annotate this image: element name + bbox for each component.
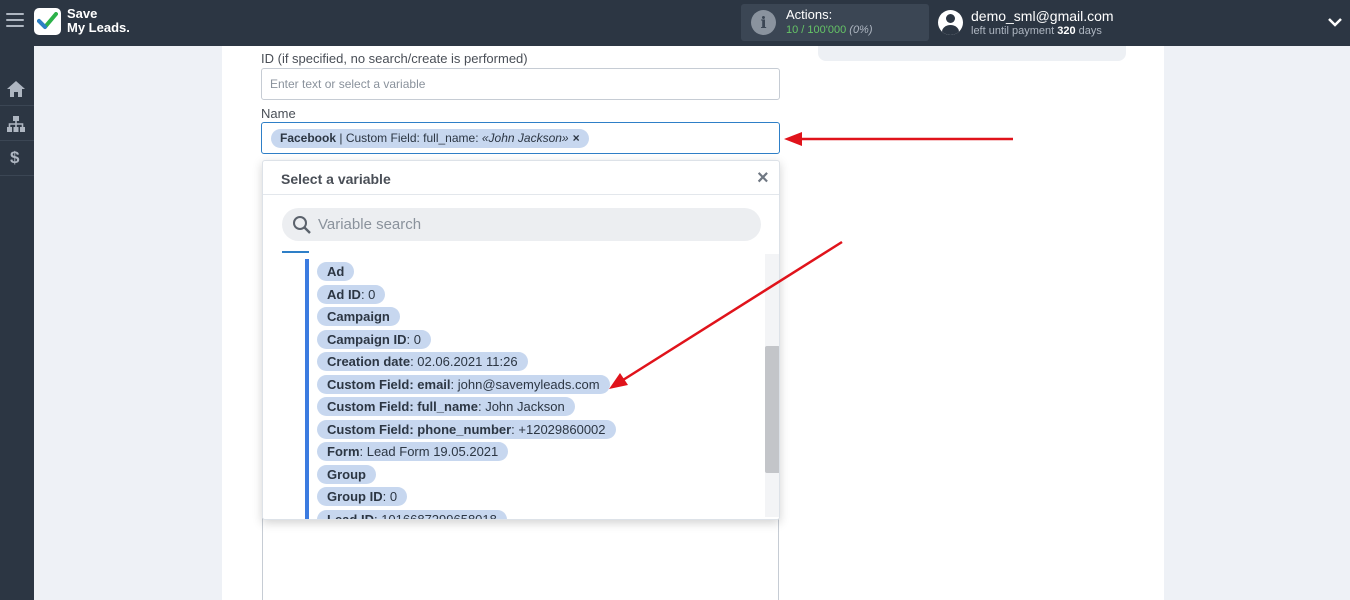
- payment-remaining: left until payment 320 days: [971, 25, 1102, 37]
- tag-field: Custom Field: full_name:: [345, 131, 482, 145]
- close-icon[interactable]: ×: [757, 167, 769, 190]
- actions-label: Actions:: [786, 7, 833, 22]
- actions-count: 10 / 100'000 (0%): [786, 24, 873, 36]
- dropdown-header: Select a variable ×: [263, 161, 779, 195]
- home-icon: [7, 81, 25, 97]
- variable-item[interactable]: Custom Field: email: john@savemyleads.co…: [317, 375, 610, 394]
- variable-item[interactable]: Ad: [317, 262, 355, 281]
- dropdown-title: Select a variable: [281, 171, 391, 187]
- variable-name: Campaign ID: [327, 332, 407, 347]
- tag-source: Facebook: [280, 131, 337, 145]
- user-email[interactable]: demo_sml@gmail.com: [971, 8, 1114, 24]
- hamburger-menu-icon[interactable]: [6, 13, 24, 31]
- variable-item[interactable]: Custom Field: full_name: John Jackson: [317, 397, 575, 416]
- variable-name: Custom Field: email: [327, 377, 451, 392]
- variable-name: Custom Field: phone_number: [327, 422, 512, 437]
- variable-name: Custom Field: full_name: [327, 399, 478, 414]
- tag-separator: |: [336, 131, 346, 145]
- right-panel: [818, 46, 1126, 61]
- variable-name: Group ID: [327, 489, 383, 504]
- variable-list: Ad Ad ID: 0 Campaign Campaign ID: 0 Crea…: [263, 254, 779, 520]
- variable-item[interactable]: Form: Lead Form 19.05.2021: [317, 442, 509, 461]
- name-variable-tag[interactable]: Facebook | Custom Field: full_name: «Joh…: [271, 129, 589, 148]
- variable-item[interactable]: Creation date: 02.06.2021 11:26: [317, 352, 528, 371]
- source-tab-indicator[interactable]: [282, 251, 309, 253]
- variable-item[interactable]: Group ID: 0: [317, 487, 408, 506]
- tag-remove-icon[interactable]: ×: [573, 131, 580, 145]
- variable-name: Ad: [327, 264, 345, 279]
- info-icon: i: [751, 10, 776, 35]
- payment-suffix: days: [1075, 25, 1102, 37]
- dollar-icon: $: [10, 148, 20, 167]
- save-my-leads-logo-icon[interactable]: [34, 8, 61, 35]
- scrollbar-thumb[interactable]: [765, 346, 779, 473]
- variable-name: Campaign: [327, 309, 390, 324]
- payment-prefix: left until payment: [971, 25, 1058, 37]
- actions-count-value: 10 / 100'000: [786, 24, 847, 36]
- variable-value: : John Jackson: [477, 399, 565, 414]
- variable-value: : 1016687299658018: [373, 512, 497, 520]
- id-input[interactable]: [261, 68, 780, 100]
- variable-value: : john@savemyleads.com: [450, 377, 600, 392]
- actions-counter: i Actions: 10 / 100'000 (0%): [741, 4, 929, 41]
- variable-name: Group: [327, 467, 366, 482]
- name-field[interactable]: Facebook | Custom Field: full_name: «Joh…: [261, 122, 780, 154]
- user-avatar-icon[interactable]: [938, 10, 963, 35]
- variable-item[interactable]: Ad ID: 0: [317, 285, 386, 304]
- search-icon: [293, 216, 311, 234]
- variable-search[interactable]: [282, 208, 761, 241]
- variable-item[interactable]: Campaign ID: 0: [317, 330, 431, 349]
- chevron-down-icon[interactable]: [1327, 14, 1343, 30]
- top-bar: Save My Leads. i Actions: 10 / 100'000 (…: [0, 0, 1350, 46]
- payment-days: 320: [1057, 25, 1076, 37]
- variable-value: : 0: [360, 287, 376, 302]
- sidebar: $: [0, 46, 34, 600]
- variable-name: Ad ID: [327, 287, 361, 302]
- sitemap-icon: [7, 116, 25, 132]
- brand-line-1: Save: [67, 6, 98, 21]
- brand-line-2: My Leads.: [67, 20, 130, 35]
- variable-value: : 0: [406, 332, 421, 347]
- variable-value: : 0: [382, 489, 398, 504]
- variable-search-input[interactable]: [318, 208, 748, 241]
- actions-percent: (0%): [849, 24, 873, 36]
- id-field-label: ID (if specified, no search/create is pe…: [261, 51, 528, 66]
- variable-value: : +12029860002: [511, 422, 606, 437]
- variable-item[interactable]: Campaign: [317, 307, 400, 326]
- tag-value: «John Jackson»: [481, 131, 569, 145]
- brand-name[interactable]: Save My Leads.: [67, 7, 130, 35]
- variable-item[interactable]: Custom Field: phone_number: +12029860002: [317, 420, 616, 439]
- variable-item[interactable]: Lead ID: 1016687299658018: [317, 510, 507, 520]
- sidebar-item-sitemap[interactable]: [0, 107, 34, 141]
- variable-name: Form: [327, 444, 360, 459]
- variable-value: : Lead Form 19.05.2021: [359, 444, 499, 459]
- variable-name: Lead ID: [327, 512, 374, 520]
- variable-value: : 02.06.2021 11:26: [410, 354, 518, 369]
- variable-dropdown: Select a variable × Ad Ad ID: 0 Campaign…: [262, 160, 780, 520]
- field-area-below: [262, 518, 779, 600]
- name-field-label: Name: [261, 106, 296, 121]
- sidebar-item-home[interactable]: [0, 72, 34, 106]
- variable-name: Creation date: [327, 354, 411, 369]
- variable-item[interactable]: Group: [317, 465, 376, 484]
- group-bar: [305, 259, 309, 519]
- sidebar-item-billing[interactable]: $: [0, 142, 34, 176]
